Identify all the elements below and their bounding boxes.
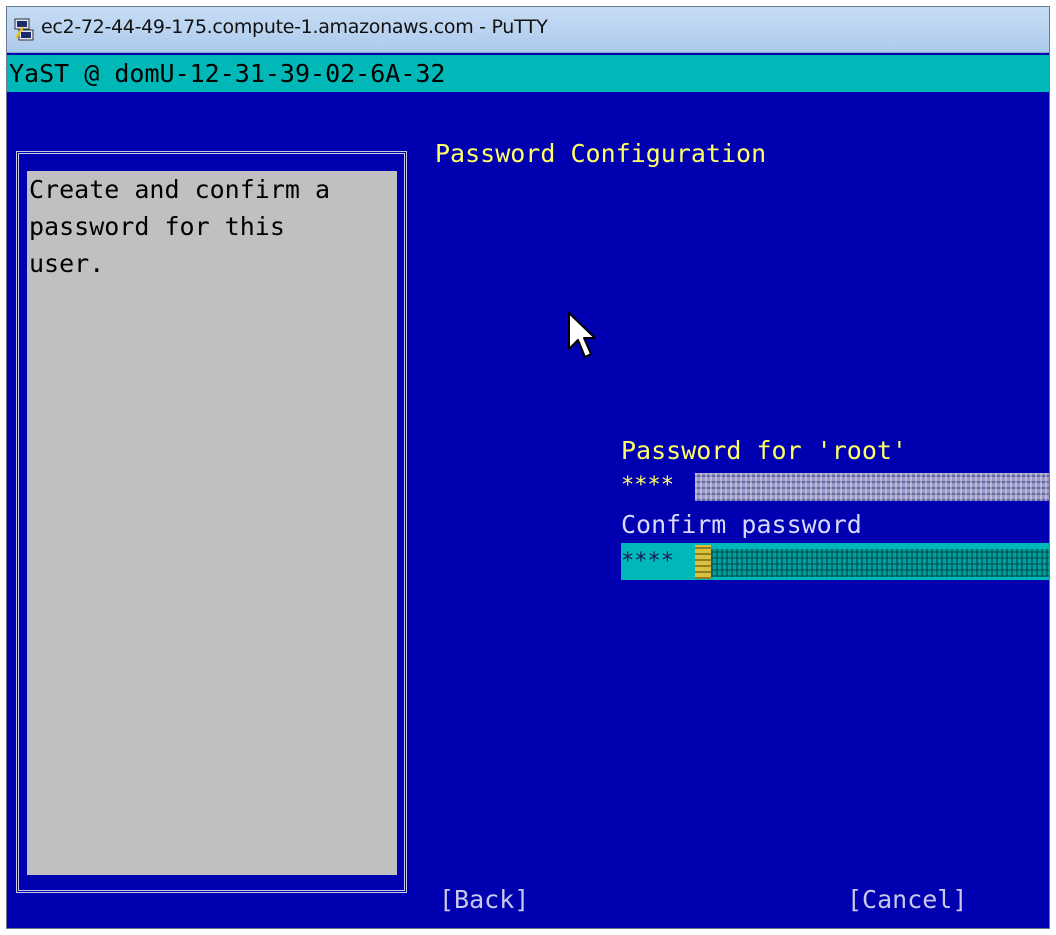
window-titlebar[interactable]: ec2-72-44-49-175.compute-1.amazonaws.com…	[7, 7, 1049, 53]
help-line: password for this	[29, 212, 285, 241]
password-input-fill	[695, 473, 1049, 501]
help-line: user.	[29, 249, 105, 278]
help-line: Create and confirm a	[29, 175, 331, 204]
cancel-button[interactable]: [Cancel]	[847, 881, 967, 918]
yast-header: YaST @ domU-12-31-39-02-6A-32	[7, 55, 1049, 92]
putty-icon	[14, 18, 34, 41]
dialog-title: Password Configuration	[435, 139, 767, 168]
putty-window: ec2-72-44-49-175.compute-1.amazonaws.com…	[6, 6, 1050, 929]
password-value: ****	[621, 473, 674, 498]
confirm-password-input[interactable]: ****	[621, 543, 1049, 580]
password-label: Password for 'root'	[621, 436, 907, 465]
terminal-screen[interactable]: YaST @ domU-12-31-39-02-6A-32 Create and…	[7, 53, 1049, 928]
help-panel: Create and confirm a password for this u…	[27, 171, 397, 875]
back-button[interactable]: [Back]	[439, 881, 529, 918]
confirm-password-label: Confirm password	[621, 510, 862, 539]
mouse-pointer-icon	[568, 312, 596, 358]
text-cursor	[695, 545, 711, 579]
window-title: ec2-72-44-49-175.compute-1.amazonaws.com…	[41, 16, 548, 38]
password-input[interactable]: ****	[621, 467, 1049, 504]
confirm-password-value: ****	[621, 549, 674, 574]
confirm-input-fill	[711, 549, 1049, 577]
